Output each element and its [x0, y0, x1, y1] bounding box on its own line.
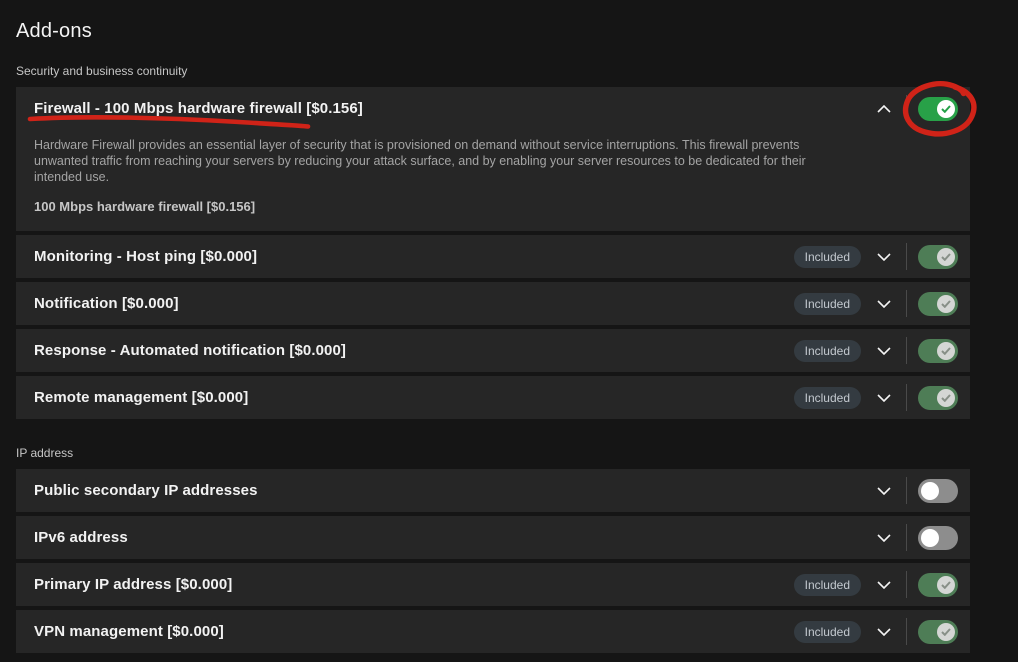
toggle-knob — [937, 295, 955, 313]
addon-title-public-secondary-ip: Public secondary IP addresses — [34, 482, 258, 499]
section-label-security: Security and business continuity — [16, 64, 1002, 78]
addon-card-primary-ip: Primary IP address [$0.000] Included — [16, 563, 970, 606]
control-divider — [906, 571, 907, 598]
checkmark-icon — [941, 628, 951, 636]
addon-title-primary-ip: Primary IP address [$0.000] — [34, 576, 232, 593]
toggle-knob — [937, 100, 955, 118]
addon-row-firewall[interactable]: Firewall - 100 Mbps hardware firewall [$… — [16, 87, 970, 130]
addon-card-remote-management: Remote management [$0.000] Included — [16, 376, 970, 419]
control-divider — [906, 618, 907, 645]
firewall-selected-option: 100 Mbps hardware firewall [$0.156] — [34, 199, 952, 214]
security-addons-list: Firewall - 100 Mbps hardware firewall [$… — [16, 87, 970, 419]
chevron-down-icon[interactable] — [876, 249, 892, 265]
monitoring-toggle[interactable] — [918, 245, 958, 269]
included-badge: Included — [794, 246, 861, 268]
chevron-up-icon[interactable] — [876, 101, 892, 117]
addon-title-ipv6: IPv6 address — [34, 529, 128, 546]
addon-card-vpn-management: VPN management [$0.000] Included — [16, 610, 970, 653]
checkmark-icon — [941, 394, 951, 402]
checkmark-icon — [941, 581, 951, 589]
chevron-down-icon[interactable] — [876, 530, 892, 546]
firewall-toggle[interactable] — [918, 97, 958, 121]
response-toggle[interactable] — [918, 339, 958, 363]
ip-addons-list: Public secondary IP addresses IPv6 addre… — [16, 469, 970, 653]
toggle-knob — [937, 248, 955, 266]
notification-toggle[interactable] — [918, 292, 958, 316]
chevron-down-icon[interactable] — [876, 343, 892, 359]
included-badge: Included — [794, 387, 861, 409]
included-badge: Included — [794, 621, 861, 643]
control-divider — [906, 524, 907, 551]
addon-row-primary-ip[interactable]: Primary IP address [$0.000] Included — [16, 563, 970, 606]
firewall-details: Hardware Firewall provides an essential … — [16, 130, 970, 231]
chevron-down-icon[interactable] — [876, 624, 892, 640]
addon-card-notification: Notification [$0.000] Included — [16, 282, 970, 325]
checkmark-icon — [941, 300, 951, 308]
included-badge: Included — [794, 574, 861, 596]
addon-row-response[interactable]: Response - Automated notification [$0.00… — [16, 329, 970, 372]
toggle-knob — [937, 342, 955, 360]
public-secondary-ip-toggle[interactable] — [918, 479, 958, 503]
firewall-description: Hardware Firewall provides an essential … — [34, 137, 834, 185]
remote-management-toggle[interactable] — [918, 386, 958, 410]
chevron-down-icon[interactable] — [876, 483, 892, 499]
addon-title-notification: Notification [$0.000] — [34, 295, 179, 312]
addon-row-ipv6[interactable]: IPv6 address — [16, 516, 970, 559]
control-divider — [906, 477, 907, 504]
control-divider — [906, 243, 907, 270]
addon-card-response: Response - Automated notification [$0.00… — [16, 329, 970, 372]
included-badge: Included — [794, 293, 861, 315]
chevron-down-icon[interactable] — [876, 296, 892, 312]
addon-row-vpn-management[interactable]: VPN management [$0.000] Included — [16, 610, 970, 653]
addon-row-notification[interactable]: Notification [$0.000] Included — [16, 282, 970, 325]
addon-card-firewall: Firewall - 100 Mbps hardware firewall [$… — [16, 87, 970, 231]
addon-row-public-secondary-ip[interactable]: Public secondary IP addresses — [16, 469, 970, 512]
addon-title-vpn-management: VPN management [$0.000] — [34, 623, 224, 640]
addon-title-remote-management: Remote management [$0.000] — [34, 389, 248, 406]
toggle-knob — [937, 389, 955, 407]
control-divider — [906, 384, 907, 411]
addon-row-remote-management[interactable]: Remote management [$0.000] Included — [16, 376, 970, 419]
addon-row-monitoring[interactable]: Monitoring - Host ping [$0.000] Included — [16, 235, 970, 278]
checkmark-icon — [941, 347, 951, 355]
toggle-knob — [937, 623, 955, 641]
chevron-down-icon[interactable] — [876, 390, 892, 406]
addon-title-firewall: Firewall - 100 Mbps hardware firewall [$… — [34, 100, 363, 117]
addons-page: Add-ons Security and business continuity… — [0, 0, 1018, 653]
addon-card-monitoring: Monitoring - Host ping [$0.000] Included — [16, 235, 970, 278]
ipv6-toggle[interactable] — [918, 526, 958, 550]
toggle-knob — [921, 529, 939, 547]
addon-card-ipv6: IPv6 address — [16, 516, 970, 559]
control-divider — [906, 337, 907, 364]
control-divider — [906, 95, 907, 122]
included-badge: Included — [794, 340, 861, 362]
toggle-knob — [921, 482, 939, 500]
checkmark-icon — [941, 253, 951, 261]
addon-title-monitoring: Monitoring - Host ping [$0.000] — [34, 248, 257, 265]
addon-card-public-secondary-ip: Public secondary IP addresses — [16, 469, 970, 512]
page-title: Add-ons — [16, 18, 1002, 44]
toggle-knob — [937, 576, 955, 594]
checkmark-icon — [941, 105, 951, 113]
section-label-ip-address: IP address — [16, 446, 1002, 460]
vpn-management-toggle[interactable] — [918, 620, 958, 644]
addon-title-response: Response - Automated notification [$0.00… — [34, 342, 346, 359]
control-divider — [906, 290, 907, 317]
chevron-down-icon[interactable] — [876, 577, 892, 593]
primary-ip-toggle[interactable] — [918, 573, 958, 597]
